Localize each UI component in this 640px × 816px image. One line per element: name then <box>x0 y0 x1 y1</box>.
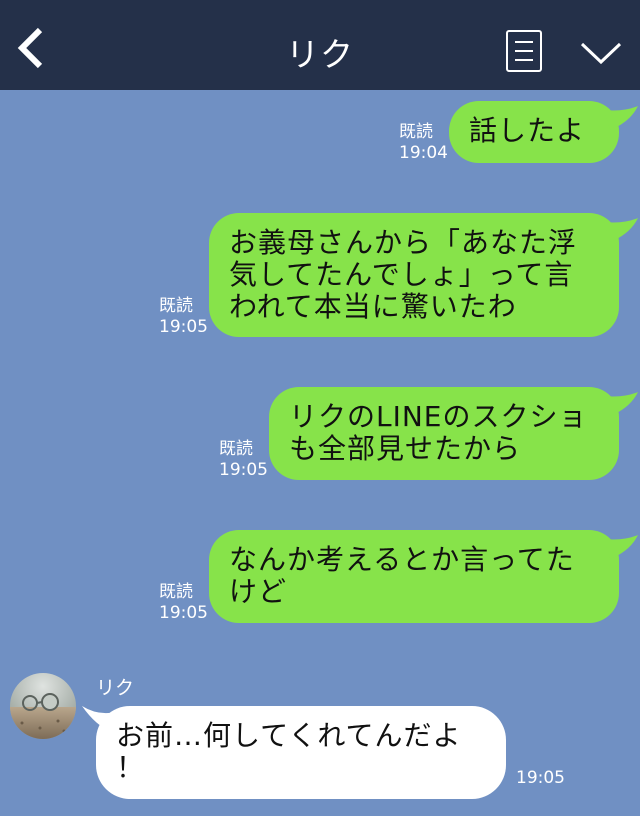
timestamp: 19:05 <box>159 603 208 623</box>
read-receipt: 既読 <box>399 122 433 142</box>
read-receipt: 既読 <box>219 439 253 459</box>
avatar[interactable] <box>10 673 76 739</box>
message-bubble-outgoing[interactable]: なんか考えるとか言ってた けど <box>209 530 619 623</box>
chat-header: リク <box>0 0 640 90</box>
message-bubble-incoming[interactable]: お前…何してくれてんだよ ！ <box>96 706 506 799</box>
chevron-down-icon <box>580 42 622 65</box>
message-bubble-outgoing[interactable]: 話したよ <box>449 101 619 163</box>
message-bubble-outgoing[interactable]: リクのLINEのスクショ も全部見せたから <box>269 387 619 480</box>
chat-title: リク <box>286 35 354 74</box>
message-text: 話したよ <box>469 114 586 147</box>
profile-photo <box>10 673 76 739</box>
bubble-tail <box>604 392 638 416</box>
read-receipt: 既読 <box>159 582 193 602</box>
message-meta: 既読 19:05 <box>159 296 208 338</box>
message-line: なんか考えるとか言ってた <box>229 543 575 576</box>
bubble-tail <box>604 218 638 242</box>
timestamp: 19:05 <box>516 768 565 788</box>
bubble-tail <box>604 106 638 130</box>
sender-name: リク <box>96 677 135 699</box>
timestamp: 19:05 <box>159 317 208 337</box>
message-meta: 既読 19:04 <box>399 122 448 164</box>
bubble-tail <box>604 535 638 559</box>
message-line: われて本当に驚いたわ <box>229 290 517 323</box>
message-meta: 既読 19:05 <box>219 439 268 481</box>
message-line: ！ <box>116 751 146 784</box>
message-line: リクのLINEのスクショ <box>289 400 588 433</box>
read-receipt: 既読 <box>159 296 193 316</box>
timestamp: 19:05 <box>219 460 268 480</box>
message-line: も全部見せたから <box>289 432 522 465</box>
message-line: お前…何してくれてんだよ <box>116 719 462 752</box>
notes-button[interactable] <box>506 30 542 72</box>
message-meta: 既読 19:05 <box>159 582 208 624</box>
message-line: お義母さんから「あなた浮 <box>229 226 578 259</box>
message-bubble-outgoing[interactable]: お義母さんから「あなた浮 気してたんでしょ」って言 われて本当に驚いたわ <box>209 213 619 337</box>
message-line: 気してたんでしょ」って言 <box>229 258 574 291</box>
collapse-button[interactable] <box>578 38 624 68</box>
timestamp: 19:04 <box>399 143 448 163</box>
message-line: けど <box>229 575 288 608</box>
